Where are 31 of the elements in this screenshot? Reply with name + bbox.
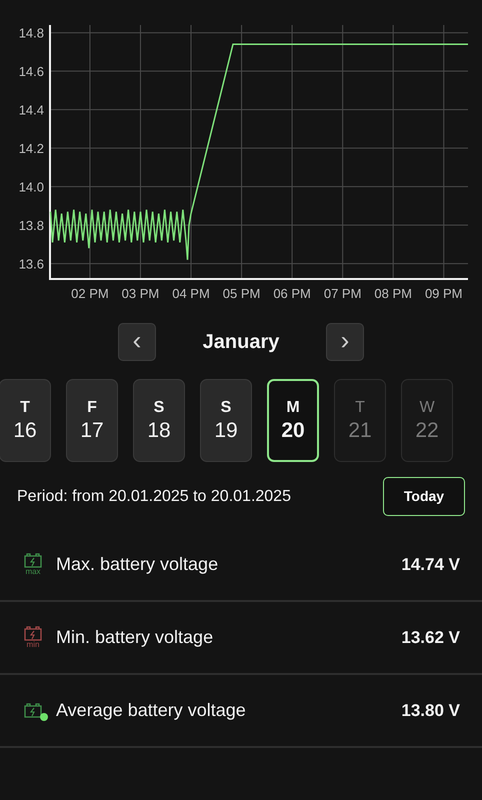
day-card[interactable]: S 19 — [200, 379, 252, 462]
day-card[interactable]: M 20 — [267, 379, 319, 462]
today-button[interactable]: Today — [383, 477, 465, 516]
y-axis-label: 14.8 — [18, 26, 44, 41]
next-month-button[interactable]: › — [326, 323, 364, 361]
y-axis-label: 13.8 — [18, 218, 44, 234]
metric-label: Min. battery voltage — [56, 626, 214, 649]
metric-value: 14.74 V — [401, 554, 460, 576]
month-label: January — [202, 330, 280, 355]
x-axis-label: 06 PM — [273, 286, 311, 301]
y-axis-label: 14.4 — [18, 102, 44, 118]
day-card[interactable]: T 16 — [0, 379, 51, 462]
x-axis-label: 05 PM — [222, 286, 260, 301]
x-axis-label: 09 PM — [424, 286, 463, 301]
previous-month-button[interactable]: ‹ — [118, 323, 156, 361]
day-card[interactable]: F 17 — [66, 379, 118, 462]
y-axis-label: 14.0 — [18, 180, 44, 195]
x-axis-label: 03 PM — [122, 286, 160, 301]
y-axis-label: 14.6 — [18, 64, 44, 80]
x-axis-label: 07 PM — [324, 286, 362, 301]
y-axis-label: 14.2 — [18, 141, 44, 156]
y-axis-label: 13.6 — [18, 256, 44, 272]
period-text: Period: from 20.01.2025 to 20.01.2025 — [17, 486, 291, 506]
x-axis-label: 04 PM — [172, 286, 210, 301]
x-axis-label: 02 PM — [71, 286, 109, 301]
metric-value: 13.62 V — [401, 626, 460, 649]
day-card[interactable]: S 18 — [133, 379, 185, 462]
metric-label: Max. battery voltage — [56, 553, 218, 576]
metric-label: Average battery voltage — [56, 699, 246, 722]
x-axis-label: 08 PM — [374, 286, 412, 301]
metric-value: 13.80 V — [401, 700, 460, 722]
